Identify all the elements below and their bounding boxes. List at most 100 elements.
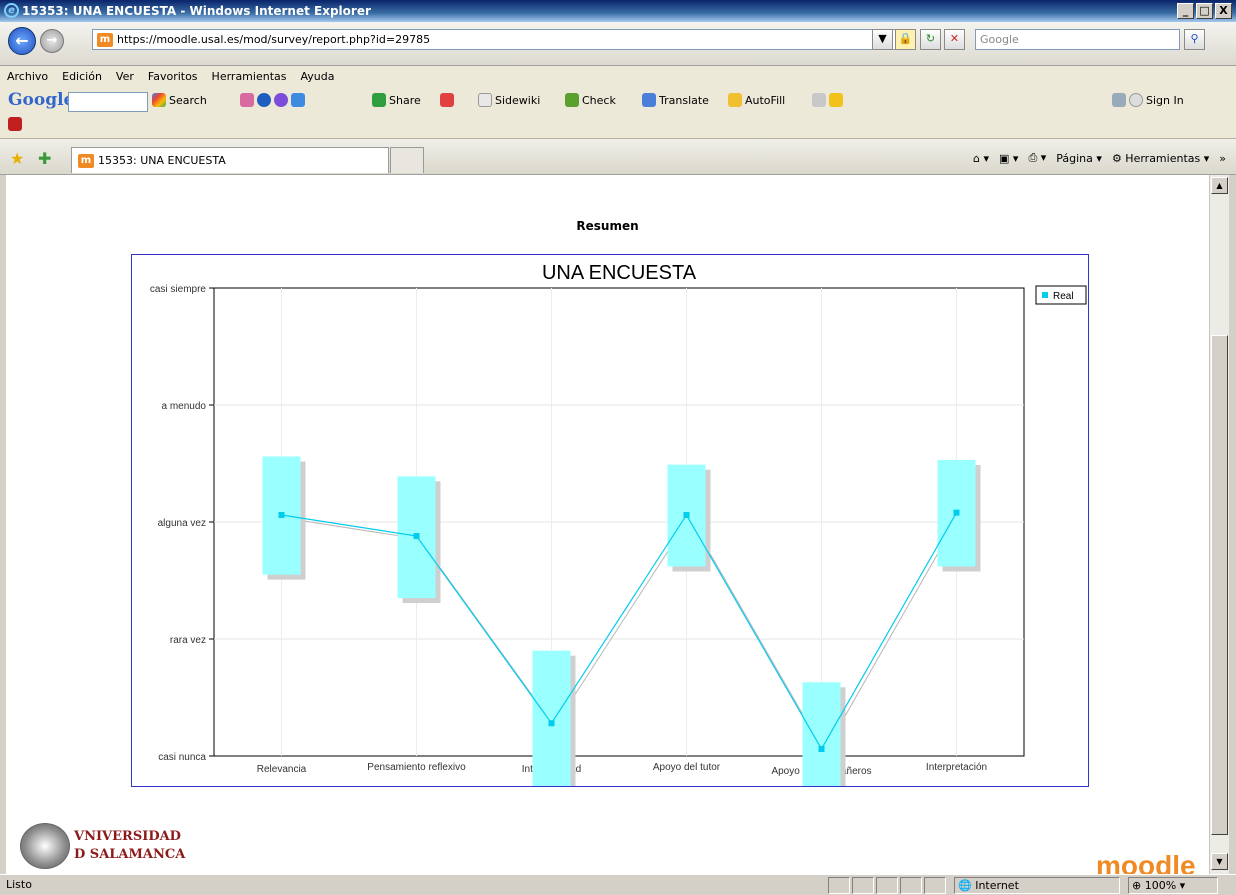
y-tick-label: alguna vez (158, 518, 206, 529)
university-seal-icon (20, 823, 70, 869)
moodle-logo[interactable]: moodle (1096, 850, 1196, 874)
status-pane (900, 877, 922, 894)
sidewiki-icon (478, 93, 492, 107)
address-row: ← → m https://moodle.usal.es/mod/survey/… (0, 22, 1236, 66)
scroll-down-icon[interactable]: ▼ (1211, 853, 1228, 870)
sidewiki-button[interactable]: Sidewiki (478, 93, 540, 107)
tab-active[interactable]: m 15353: UNA ENCUESTA (71, 147, 389, 173)
bookmark-icon[interactable] (240, 93, 254, 107)
spellcheck-icon (565, 93, 579, 107)
survey-chart: UNA ENCUESTA casi nunca rara vez alguna vez… (150, 262, 1087, 814)
legend-label-real: Real (1053, 291, 1074, 302)
spiral-icon[interactable] (274, 93, 288, 107)
zoom-icon: ⊕ (1132, 879, 1142, 892)
x-tick-label: Relevancia (257, 764, 307, 775)
autofill-button[interactable]: AutoFill (728, 93, 785, 107)
translate-button[interactable]: Translate (642, 93, 709, 107)
address-bar[interactable]: m https://moodle.usal.es/mod/survey/repo… (92, 29, 914, 50)
y-tick-label: casi siempre (150, 284, 207, 295)
status-pane (852, 877, 874, 894)
y-tick-label: a menudo (162, 401, 207, 412)
menu-ver[interactable]: Ver (116, 70, 134, 83)
window-edge (1229, 175, 1236, 874)
maximize-button[interactable]: □ (1196, 3, 1213, 19)
internet-globe-icon: 🌐 (958, 879, 972, 892)
globe-icon[interactable] (257, 93, 271, 107)
autofill-label: AutoFill (745, 93, 786, 107)
status-bar: Listo 🌐 Internet ⊕ 100% ▾ (0, 874, 1236, 895)
address-dropdown-icon[interactable]: ▼ (872, 29, 893, 50)
print-icon[interactable]: ⎙ ▾ (1028, 151, 1046, 165)
y-tick-label: rara vez (170, 635, 206, 646)
lock-icon[interactable]: 🔒 (895, 29, 916, 50)
tab-bar: ★ ✚ m 15353: UNA ENCUESTA ⌂ ▾ ▣ ▾ ⎙ ▾ Pá… (0, 139, 1236, 175)
legend-swatch-real (1042, 292, 1048, 298)
new-tab-button[interactable] (390, 147, 424, 173)
status-pane (828, 877, 850, 894)
wrench-gray-icon[interactable] (812, 93, 826, 107)
favorites-star-icon[interactable]: ★ (10, 149, 24, 168)
pdf-button[interactable] (8, 117, 22, 131)
tools-menu[interactable]: ⚙ Herramientas ▾ (1112, 152, 1209, 165)
menu-favoritos[interactable]: Favoritos (148, 70, 198, 83)
university-name-line1: VNIVERSIDAD (74, 829, 181, 844)
moodle-tab-icon: m (78, 153, 94, 168)
scroll-up-icon[interactable]: ▲ (1211, 177, 1228, 194)
minimize-button[interactable]: _ (1177, 3, 1194, 19)
chart-frame: UNA ENCUESTA casi nunca rara vez alguna vez… (131, 254, 1089, 814)
data-point (548, 720, 555, 727)
menu-ayuda[interactable]: Ayuda (300, 70, 334, 83)
plus-icon[interactable] (291, 93, 305, 107)
back-button[interactable]: ← (8, 27, 36, 55)
scroll-thumb[interactable] (1211, 335, 1228, 835)
signin-button[interactable]: Sign In (1112, 93, 1184, 107)
data-point (278, 511, 285, 518)
popup-blocker-icon (440, 93, 454, 107)
google-search-button[interactable]: Search (152, 93, 207, 107)
share-icon (372, 93, 386, 107)
moodle-favicon-icon: m (97, 32, 113, 47)
toolbar-icons-group (240, 93, 305, 107)
google-search-input[interactable] (68, 92, 148, 112)
menu-edicion[interactable]: Edición (62, 70, 102, 83)
feeds-icon[interactable]: ▣ ▾ (999, 152, 1018, 165)
status-text: Listo (6, 878, 32, 891)
search-input[interactable]: Google (975, 29, 1180, 50)
share-label: Share (389, 93, 421, 107)
status-pane (924, 877, 946, 894)
highlighter-icon[interactable] (829, 93, 843, 107)
vertical-scrollbar[interactable]: ▲ ▼ (1209, 175, 1229, 874)
chart-title: UNA ENCUESTA (542, 262, 697, 284)
menu-herramientas[interactable]: Herramientas (212, 70, 287, 83)
y-tick-label: casi nunca (158, 752, 206, 763)
forward-button[interactable]: → (40, 29, 64, 53)
check-button[interactable]: Check (565, 93, 616, 107)
google-logo: Google (8, 90, 75, 110)
university-logo: VNIVERSIDAD D SALAMANCA (20, 823, 185, 869)
data-point (953, 509, 960, 516)
chevron-more-icon[interactable]: » (1219, 152, 1226, 165)
menu-bar: Archivo Edición Ver Favoritos Herramient… (0, 66, 1236, 87)
translate-icon (642, 93, 656, 107)
data-point (818, 745, 825, 752)
home-icon[interactable]: ⌂ ▾ (973, 152, 989, 165)
address-url: https://moodle.usal.es/mod/survey/report… (117, 33, 431, 46)
data-point (683, 511, 690, 518)
close-button[interactable]: X (1215, 3, 1232, 19)
command-bar: ⌂ ▾ ▣ ▾ ⎙ ▾ Página ▾ ⚙ Herramientas ▾ » (973, 151, 1226, 165)
menu-archivo[interactable]: Archivo (7, 70, 48, 83)
share-button[interactable]: Share (372, 93, 421, 107)
popup-blocker-button[interactable] (440, 93, 454, 107)
pdf-icon (8, 117, 22, 131)
search-go-icon[interactable]: ⚲ (1184, 29, 1205, 50)
x-tick-label: Interpretación (926, 762, 987, 773)
zoom-control[interactable]: ⊕ 100% ▾ (1128, 877, 1218, 894)
ie-icon: e (4, 3, 19, 18)
title-bar: e 15353: UNA ENCUESTA - Windows Internet… (0, 0, 1236, 22)
status-pane (876, 877, 898, 894)
page-menu[interactable]: Página ▾ (1056, 152, 1102, 165)
x-tick-label: Apoyo del tutor (653, 762, 721, 773)
add-favorite-icon[interactable]: ✚ (38, 149, 51, 168)
stop-icon[interactable]: ✕ (944, 29, 965, 50)
refresh-icon[interactable]: ↻ (920, 29, 941, 50)
